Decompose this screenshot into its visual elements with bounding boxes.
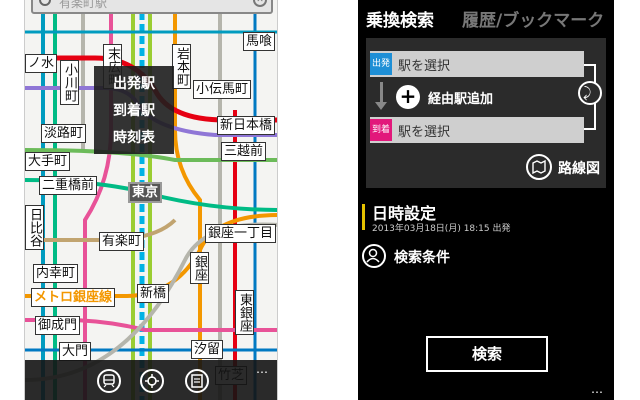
station-label[interactable]: 日比谷 [25, 205, 44, 250]
station-label[interactable]: 新橋 [137, 284, 170, 303]
station-label[interactable]: 小川町 [60, 60, 79, 105]
train-button[interactable] [97, 369, 121, 393]
station-label[interactable]: ノ水 [25, 54, 58, 73]
user-search-icon [366, 248, 380, 263]
search-button[interactable]: 検索 [426, 336, 548, 372]
station-label[interactable]: 新日本橋 [217, 116, 276, 135]
departure-station-text: 駅を選択 [398, 59, 451, 74]
search-icon[interactable] [39, 0, 51, 6]
menu-item-departure[interactable]: 出発駅 [94, 71, 174, 98]
station-tokyo[interactable]: 東京 [128, 182, 163, 203]
station-context-menu[interactable]: 出発駅 到着駅 時刻表 [94, 66, 174, 154]
station-label[interactable]: 大手町 [25, 152, 71, 171]
station-label[interactable]: 汐留 [191, 340, 224, 359]
swap-stations-button[interactable]: ⤸ [578, 81, 602, 105]
station-label[interactable]: 三越前 [221, 142, 267, 161]
map-search-text: 有楽町駅 [59, 0, 108, 10]
station-label[interactable]: 有楽町 [99, 232, 145, 251]
search-conditions-label: 検索条件 [394, 250, 450, 266]
transfer-search-screen: 乗換検索 履歴/ブックマーク 出発 駅を選択 + 経由駅追加 到着 駅を選択 ⤸ [358, 0, 614, 400]
arrival-badge: 到着 [370, 119, 392, 141]
station-label[interactable]: 大門 [59, 342, 92, 361]
tab-history-bookmark[interactable]: 履歴/ブックマーク [462, 6, 604, 31]
close-icon[interactable]: ✕ [253, 0, 267, 7]
station-label[interactable]: 銀座 [190, 252, 209, 284]
tab-transfer-search[interactable]: 乗換検索 [366, 6, 434, 31]
swap-icon: ⤸ [583, 85, 592, 101]
datetime-setting[interactable]: 日時設定 2013年03月18日(月) 18:15 出発 [358, 200, 614, 236]
map-app-bar: … [25, 360, 277, 400]
station-label[interactable]: 岩本町 [172, 44, 191, 89]
menu-item-arrival[interactable]: 到着駅 [94, 98, 174, 125]
station-label[interactable]: 馬喰 [243, 32, 276, 51]
line-label-ginza[interactable]: メトロ銀座線 [31, 288, 116, 307]
station-label[interactable]: 東銀座 [235, 290, 254, 335]
date-accent-bar [362, 204, 365, 230]
station-label[interactable]: 銀座一丁目 [205, 224, 277, 243]
arrival-station-text: 駅を選択 [398, 125, 451, 140]
station-label[interactable]: 淡路町 [41, 124, 87, 143]
map-screen[interactable]: 有楽町駅 ✕ 馬喰 ノ水 小川町 末広町 岩本町 小伝馬町 淡路町 新日本橋 大… [24, 0, 278, 400]
map-search-bar[interactable]: 有楽町駅 ✕ [31, 0, 273, 14]
train-icon [103, 374, 115, 388]
route-panel: 出発 駅を選択 + 経由駅追加 到着 駅を選択 ⤸ 路線図 [366, 38, 606, 188]
arrow-down-icon [375, 82, 387, 110]
route-map-label: 路線図 [558, 161, 600, 177]
crosshair-icon [145, 374, 159, 388]
departure-station-field[interactable]: 出発 駅を選択 [370, 51, 584, 77]
departure-badge: 出発 [370, 53, 392, 75]
station-label[interactable]: 御成門 [35, 316, 81, 335]
screenshot-stage: 有楽町駅 ✕ 馬喰 ノ水 小川町 末広町 岩本町 小伝馬町 淡路町 新日本橋 大… [0, 0, 640, 400]
station-label[interactable]: 小伝馬町 [193, 80, 252, 99]
document-icon [191, 374, 203, 388]
plus-icon: + [396, 85, 420, 109]
menu-item-timetable[interactable]: 時刻表 [94, 125, 174, 152]
station-label[interactable]: 内幸町 [33, 264, 79, 283]
map-menu-button[interactable] [185, 369, 209, 393]
add-via-label: 経由駅追加 [428, 92, 494, 107]
more-button[interactable]: … [256, 362, 269, 376]
station-label[interactable]: 二重橋前 [39, 176, 98, 195]
locate-button[interactable] [140, 369, 164, 393]
arrival-station-field[interactable]: 到着 駅を選択 [370, 117, 584, 143]
map-icon [532, 159, 546, 175]
more-button[interactable]: … [591, 382, 604, 396]
datetime-value: 2013年03月18日(月) 18:15 出発 [372, 224, 511, 234]
